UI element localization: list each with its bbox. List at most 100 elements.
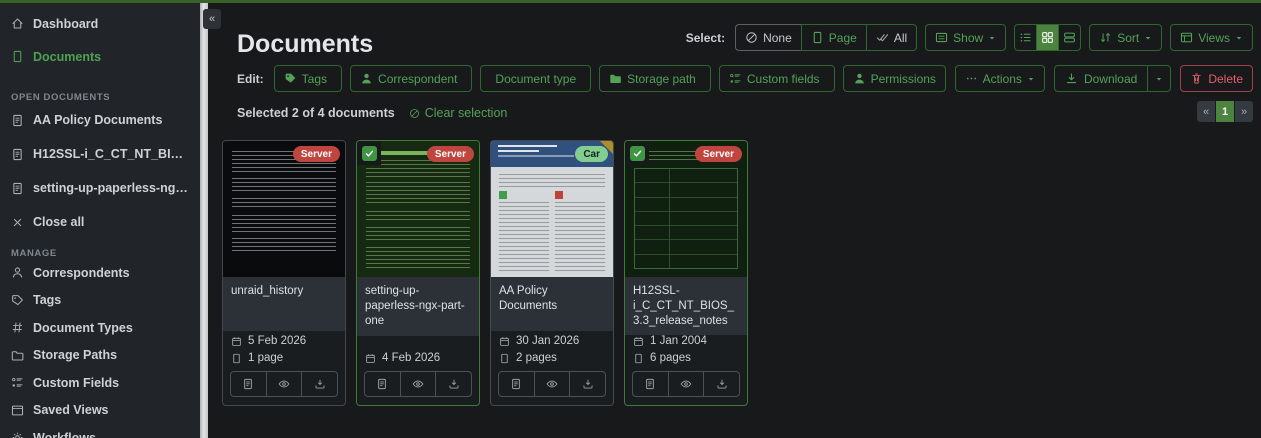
delete-button[interactable]: Delete <box>1180 65 1253 92</box>
selection-count-text: Selected 2 of 4 documents <box>237 106 395 120</box>
document-card[interactable]: Server unraid_history 5 Feb 2026 1 page <box>222 140 346 406</box>
view-mode-group <box>1014 24 1081 51</box>
calendar-icon <box>499 336 510 347</box>
card-action-bar <box>364 371 472 397</box>
sidebar-item-label: Storage Paths <box>33 348 117 362</box>
sidebar-item-h12ssl-i-c-ct-nt-bios-3-3-rele-[interactable]: H12SSL-i_C_CT_NT_BIOS_3.3_rele... <box>0 137 200 171</box>
document-date: 5 Feb 2026 <box>248 335 306 347</box>
download-document-button[interactable] <box>301 371 338 397</box>
document-page-count: 2 pages <box>516 352 557 364</box>
open-document-button[interactable] <box>230 371 267 397</box>
view-mode-grid-button[interactable] <box>1036 24 1059 51</box>
checklist-icon <box>729 72 742 85</box>
download-options-button[interactable] <box>1147 66 1170 91</box>
tag-badge[interactable]: Server <box>293 146 340 162</box>
sidebar-item-setting-up-paperless-ngx-part-one[interactable]: setting-up-paperless-ngx-part-one <box>0 171 200 205</box>
sidebar-item-custom-fields[interactable]: Custom Fields <box>0 369 200 397</box>
select-button-group: NonePageAll <box>735 24 917 51</box>
document-card[interactable]: Car AA Policy Documents 30 Jan 2026 2 pages <box>490 140 614 406</box>
file-text-icon <box>11 148 24 161</box>
card-spacer <box>357 336 479 352</box>
document-card[interactable]: Server H12SSL-i_C_CT_NT_BIOS_3.3_release_… <box>624 140 748 406</box>
select-page-button[interactable]: Page <box>801 24 867 51</box>
document-date-row: 5 Feb 2026 <box>231 335 337 347</box>
checklist-icon <box>11 376 24 389</box>
card-checkbox[interactable] <box>357 141 381 165</box>
document-title[interactable]: unraid_history <box>223 277 345 331</box>
sidebar-item-saved-views[interactable]: Saved Views <box>0 397 200 425</box>
sidebar-item-documents[interactable]: Documents <box>0 40 200 73</box>
pagination-page-1[interactable]: 1 <box>1216 101 1234 122</box>
download-tray-icon <box>716 378 728 390</box>
caret-down-icon <box>1027 75 1035 83</box>
download-document-button[interactable] <box>569 371 606 397</box>
sidebar-item-workflows[interactable]: Workflows <box>0 424 200 438</box>
caret-down-icon <box>1155 75 1163 83</box>
trash-icon <box>1190 72 1203 85</box>
file-text-icon <box>376 378 388 390</box>
views-layout-icon <box>1180 31 1193 44</box>
edit-correspondent-button[interactable]: Correspondent <box>350 65 472 92</box>
sidebar-scrollbar[interactable] <box>200 3 208 438</box>
edit-document-type-button[interactable]: Document type <box>480 65 591 92</box>
views-button[interactable]: Views <box>1170 24 1253 51</box>
clear-selection-link[interactable]: Clear selection <box>409 106 508 120</box>
document-title[interactable]: H12SSL-i_C_CT_NT_BIOS_3.3_release_notes <box>625 277 747 335</box>
document-pages-row: 1 page <box>231 352 337 364</box>
open-document-button[interactable] <box>498 371 535 397</box>
eye-icon <box>680 378 692 390</box>
view-mode-list-button[interactable] <box>1014 24 1037 51</box>
pagination-prev[interactable]: « <box>1197 101 1215 122</box>
document-title[interactable]: AA Policy Documents <box>491 277 613 331</box>
preview-button[interactable] <box>668 371 705 397</box>
tag-badge[interactable]: Server <box>695 146 742 162</box>
document-thumbnail-area[interactable]: Server <box>357 141 479 277</box>
sidebar-collapse-button[interactable]: « <box>203 9 221 29</box>
edit-storage-path-button[interactable]: Storage path <box>599 65 711 92</box>
card-checkbox[interactable] <box>625 141 649 165</box>
pagination-next[interactable]: » <box>1235 101 1253 122</box>
preview-button[interactable] <box>400 371 437 397</box>
select-all-button[interactable]: All <box>866 24 917 51</box>
actions-toolbar: Actions Download Delete <box>955 65 1253 92</box>
download-button[interactable]: Download <box>1055 66 1147 91</box>
show-button[interactable]: Show <box>925 24 1006 51</box>
tag-badge[interactable]: Car <box>575 146 608 162</box>
document-thumbnail-area[interactable]: Car <box>491 141 613 277</box>
select-none-button[interactable]: None <box>735 24 802 51</box>
download-document-button[interactable] <box>703 371 740 397</box>
sidebar-item-tags[interactable]: Tags <box>0 287 200 315</box>
sidebar-item-document-types[interactable]: Document Types <box>0 314 200 342</box>
selection-status: Selected 2 of 4 documents Clear selectio… <box>237 106 507 120</box>
file-text-icon <box>510 378 522 390</box>
document-thumbnail-area[interactable]: Server <box>625 141 747 277</box>
actions-button[interactable]: Actions <box>955 65 1045 92</box>
document-date-row: 1 Jan 2004 <box>633 335 739 347</box>
open-document-button[interactable] <box>364 371 401 397</box>
tag-icon <box>11 294 24 307</box>
preview-button[interactable] <box>266 371 303 397</box>
document-thumbnail-area[interactable]: Server <box>223 141 345 277</box>
edit-permissions-button[interactable]: Permissions <box>843 65 946 92</box>
view-mode-hdd-stack-button[interactable] <box>1058 24 1081 51</box>
sidebar-item-label: Custom Fields <box>33 376 119 390</box>
document-date: 30 Jan 2026 <box>516 335 579 347</box>
sidebar-item-storage-paths[interactable]: Storage Paths <box>0 342 200 370</box>
grid-icon <box>1041 31 1054 44</box>
edit-custom-fields-button[interactable]: Custom fields <box>719 65 835 92</box>
edit-button-group: Tags Correspondent Document type Storage pa… <box>274 65 946 92</box>
tag-badge[interactable]: Server <box>427 146 474 162</box>
download-document-button[interactable] <box>435 371 472 397</box>
sidebar-item-label: Documents <box>33 50 101 64</box>
document-title[interactable]: setting-up-paperless-ngx-part-one <box>357 277 479 336</box>
sidebar-item-dashboard[interactable]: Dashboard <box>0 7 200 40</box>
preview-button[interactable] <box>534 371 571 397</box>
sidebar-item-aa-policy-documents[interactable]: AA Policy Documents <box>0 103 200 137</box>
open-document-button[interactable] <box>632 371 669 397</box>
sidebar-item-close-all[interactable]: Close all <box>0 205 200 239</box>
edit-tags-button[interactable]: Tags <box>274 65 342 92</box>
sidebar-item-correspondents[interactable]: Correspondents <box>0 259 200 287</box>
download-tray-icon <box>314 378 326 390</box>
sort-button[interactable]: Sort <box>1089 24 1162 51</box>
document-card[interactable]: Serversetting-up-paperless-ngx-part-one4… <box>356 140 480 406</box>
